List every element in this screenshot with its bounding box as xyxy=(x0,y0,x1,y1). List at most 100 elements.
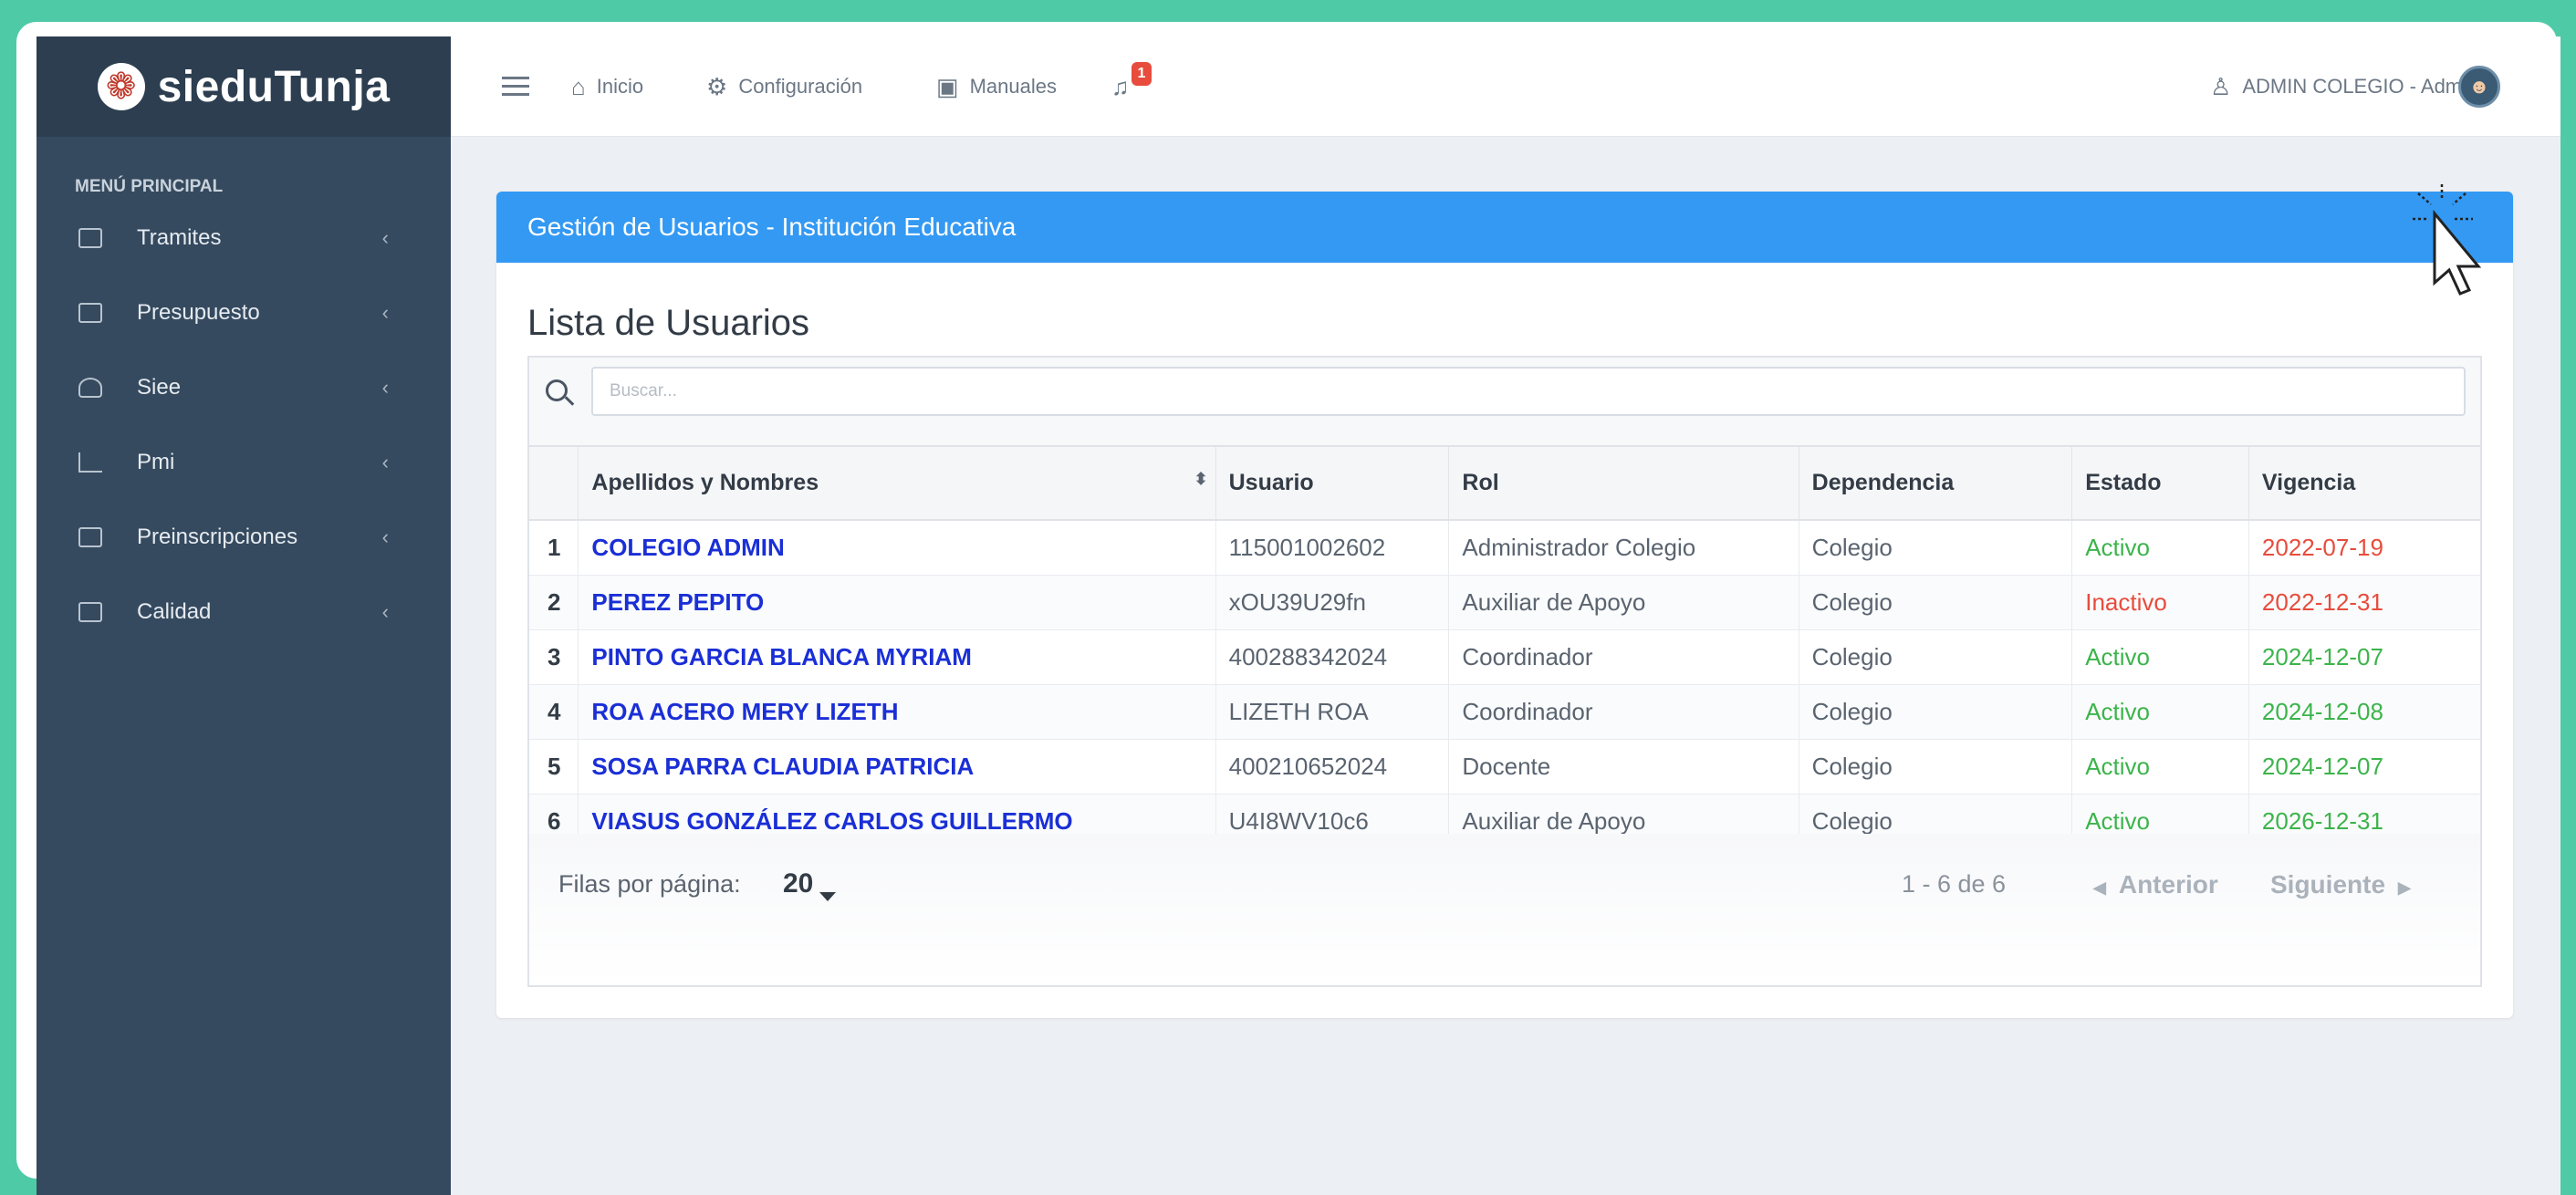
brand[interactable]: ❁ sieduTunja xyxy=(37,36,451,137)
col-index xyxy=(529,447,579,521)
sidebar-item-preinscripciones[interactable]: Preinscripciones ‹ xyxy=(37,500,451,575)
card-header: Gestión de Usuarios - Institución Educat… xyxy=(496,192,2513,263)
sidebar-item-tramites[interactable]: Tramites ‹ xyxy=(37,201,451,275)
user-dependencia: Colegio xyxy=(1799,520,2073,576)
table-row[interactable]: 1 COLEGIO ADMIN 115001002602 Administrad… xyxy=(529,520,2480,576)
user-vigencia: 2022-12-31 xyxy=(2248,575,2480,630)
notifications-button[interactable]: ♫ 1 xyxy=(1111,36,1157,137)
book-icon: ▣ xyxy=(936,72,959,100)
user-usuario: 400288342024 xyxy=(1215,629,1450,685)
col-usuario[interactable]: Usuario xyxy=(1215,447,1450,521)
user-rol: Coordinador xyxy=(1448,684,1799,740)
chevron-left-icon: ‹ xyxy=(381,376,389,399)
nav-configuracion[interactable]: ⚙ Configuración xyxy=(706,36,862,137)
next-label: Siguiente xyxy=(2270,870,2386,899)
user-rol: Administrador Colegio xyxy=(1448,520,1799,576)
user-usuario: 115001002602 xyxy=(1215,520,1450,576)
chevron-left-icon: ‹ xyxy=(381,226,389,249)
user-name-link[interactable]: PINTO GARCIA BLANCA MYRIAM xyxy=(578,629,1216,685)
sidebar-item-label: Pmi xyxy=(137,450,175,474)
menu-toggle-button[interactable] xyxy=(502,36,529,137)
search-icon xyxy=(546,379,575,407)
prev-label: Anterior xyxy=(2118,870,2218,899)
row-index: 1 xyxy=(529,520,579,576)
shield-logo-icon: ❁ xyxy=(97,63,145,110)
chevron-left-icon: ‹ xyxy=(381,301,389,324)
prev-page-button[interactable]: ◀ Anterior xyxy=(2093,870,2218,899)
row-index: 5 xyxy=(529,739,579,795)
status-badge: Inactivo xyxy=(2071,575,2249,630)
status-badge: Activo xyxy=(2071,520,2249,576)
col-estado[interactable]: Estado xyxy=(2071,447,2249,521)
table-row[interactable]: 5 SOSA PARRA CLAUDIA PATRICIA 4002106520… xyxy=(529,739,2480,795)
user-vigencia: 2022-07-19 xyxy=(2248,520,2480,576)
avatar-button[interactable]: ☻ xyxy=(2458,36,2500,137)
hamburger-icon xyxy=(502,77,529,97)
sidebar-item-label: Preinscripciones xyxy=(137,525,298,549)
main-content: Gestión de Usuarios - Institución Educat… xyxy=(451,137,2560,1195)
status-badge: Activo xyxy=(2071,684,2249,740)
col-rol[interactable]: Rol xyxy=(1448,447,1799,521)
top-navbar: ⌂ Inicio ⚙ Configuración ▣ Manuales ♫ 1 … xyxy=(451,36,2560,137)
sidebar-item-label: Calidad xyxy=(137,599,212,624)
nav-inicio[interactable]: ⌂ Inicio xyxy=(571,36,643,137)
users-table: Apellidos y Nombres ⬍ Usuario Rol Depend… xyxy=(529,447,2480,849)
row-index: 2 xyxy=(529,575,579,630)
mouse-cursor-icon xyxy=(2413,184,2482,296)
caret-down-icon[interactable] xyxy=(819,892,836,901)
table-header-row: Apellidos y Nombres ⬍ Usuario Rol Depend… xyxy=(529,447,2480,521)
sidebar-item-pmi[interactable]: Pmi ‹ xyxy=(37,425,451,500)
user-vigencia: 2024-12-07 xyxy=(2248,739,2480,795)
user-usuario: xOU39U29fn xyxy=(1215,575,1450,630)
user-name-link[interactable]: SOSA PARRA CLAUDIA PATRICIA xyxy=(578,739,1216,795)
search-input[interactable] xyxy=(591,367,2466,416)
user-name-link[interactable]: COLEGIO ADMIN xyxy=(578,520,1216,576)
avatar: ☻ xyxy=(2458,66,2500,108)
user-vigencia: 2024-12-08 xyxy=(2248,684,2480,740)
table-row[interactable]: 2 PEREZ PEPITO xOU39U29fn Auxiliar de Ap… xyxy=(529,575,2480,630)
table-row[interactable]: 4 ROA ACERO MERY LIZETH LIZETH ROA Coord… xyxy=(529,684,2480,740)
status-badge: Activo xyxy=(2071,739,2249,795)
rows-per-page-select[interactable]: 20 xyxy=(783,868,813,899)
users-table-container: Apellidos y Nombres ⬍ Usuario Rol Depend… xyxy=(527,356,2482,987)
col-nombres[interactable]: Apellidos y Nombres ⬍ xyxy=(578,447,1216,521)
sidebar-item-label: Tramites xyxy=(137,225,222,250)
user-name-link[interactable]: PEREZ PEPITO xyxy=(578,575,1216,630)
user-dependencia: Colegio xyxy=(1799,629,2073,685)
money-icon xyxy=(78,303,102,323)
table-row[interactable]: 3 PINTO GARCIA BLANCA MYRIAM 40028834202… xyxy=(529,629,2480,685)
col-vigencia[interactable]: Vigencia xyxy=(2248,447,2480,521)
sidebar-item-label: Presupuesto xyxy=(137,300,260,325)
next-page-button[interactable]: Siguiente ▶ xyxy=(2270,870,2411,899)
menu-section-title: MENÚ PRINCIPAL xyxy=(75,177,224,196)
col-dependencia[interactable]: Dependencia xyxy=(1799,447,2073,521)
gear-icon: ⚙ xyxy=(706,72,728,100)
layers-icon xyxy=(78,378,102,398)
home-icon: ⌂ xyxy=(571,72,586,100)
sidebar-item-siee[interactable]: Siee ‹ xyxy=(37,350,451,425)
chart-line-icon xyxy=(78,452,102,473)
user-menu[interactable]: ♙ ADMIN COLEGIO - AdminIE xyxy=(2210,36,2497,137)
sidebar: ❁ sieduTunja MENÚ PRINCIPAL Tramites ‹ P… xyxy=(37,36,451,1195)
sidebar-item-label: Siee xyxy=(137,375,182,400)
notification-badge: 1 xyxy=(1132,62,1152,86)
user-dependencia: Colegio xyxy=(1799,684,2073,740)
user-name-link[interactable]: ROA ACERO MERY LIZETH xyxy=(578,684,1216,740)
chevron-left-icon: ◀ xyxy=(2093,878,2106,897)
sort-icon[interactable]: ⬍ xyxy=(1194,470,1208,489)
col-nombres-label: Apellidos y Nombres xyxy=(591,470,819,495)
status-badge: Activo xyxy=(2071,629,2249,685)
chevron-right-icon: ▶ xyxy=(2398,878,2411,897)
sidebar-item-presupuesto[interactable]: Presupuesto ‹ xyxy=(37,275,451,350)
nav-manuales[interactable]: ▣ Manuales xyxy=(936,36,1057,137)
user-icon: ♙ xyxy=(2210,72,2232,100)
nav-inicio-label: Inicio xyxy=(596,75,644,98)
user-usuario: 400210652024 xyxy=(1215,739,1450,795)
form-icon xyxy=(78,527,102,547)
chevron-left-icon: ‹ xyxy=(381,451,389,473)
user-dependencia: Colegio xyxy=(1799,739,2073,795)
rows-per-page-label: Filas por página: xyxy=(558,870,741,898)
sidebar-item-calidad[interactable]: Calidad ‹ xyxy=(37,575,451,649)
bell-icon: ♫ xyxy=(1111,72,1130,100)
chevron-left-icon: ‹ xyxy=(381,600,389,623)
